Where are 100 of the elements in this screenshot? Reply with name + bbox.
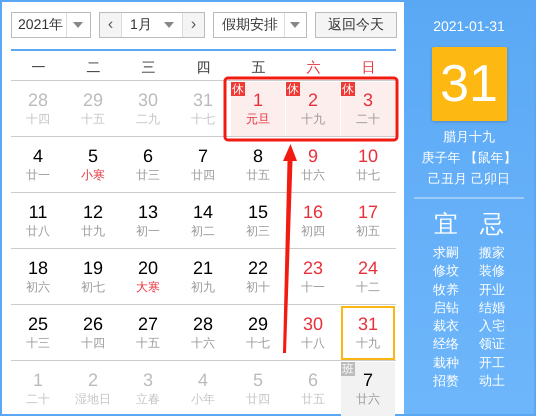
day-number: 6 [308,370,318,390]
weekday-label: 一 [32,58,46,76]
day-number: 2 [308,90,318,110]
day-cell[interactable]: 19 初七 [66,250,120,304]
day-number: 5 [88,146,98,166]
weekday-label: 三 [142,58,156,76]
day-cell[interactable]: 27 十五 [121,306,175,360]
day-cell[interactable]: 30 十八 [286,306,340,360]
day-number: 29 [82,90,104,110]
almanac-item: 修坟 [433,262,459,280]
lunar-date: 十三 [26,335,50,352]
day-cell[interactable]: 14 初二 [176,194,230,248]
day-cell[interactable]: 15 初三 [231,194,285,248]
day-number: 14 [192,202,214,222]
day-number: 1 [32,370,43,390]
lunar-date: 十五 [136,335,160,352]
day-cell[interactable]: 16 初四 [286,194,340,248]
day-cell[interactable]: 11 廿八 [11,194,65,248]
day-cell[interactable]: 25 十三 [11,306,65,360]
day-cell[interactable]: 9 廿六 [286,138,340,192]
lunar-date: 廿一 [26,167,50,184]
lunar-date: 十七 [191,111,215,128]
lunar-date: 立春 [136,391,160,408]
weekday-label: 四 [196,58,210,76]
almanac-item: 启钻 [433,298,459,317]
almanac-item: 裁衣 [433,317,459,336]
almanac-item: 开工 [479,354,505,372]
day-cell[interactable]: 8 廿五 [231,138,285,192]
day-cell[interactable]: 18 初六 [11,250,65,304]
day-number: 9 [308,146,318,166]
lunar-date: 十六 [191,335,215,352]
lunar-date: 廿五 [246,167,270,184]
lunar-info: 腊月十九 [443,128,495,146]
day-number: 20 [138,258,158,278]
day-number: 17 [358,202,378,222]
day-tag: 休 [341,82,355,96]
day-cell[interactable]: 22 初十 [231,250,285,304]
day-cell[interactable]: 12 廿九 [66,194,120,248]
day-number: 2 [88,370,98,390]
day-cell[interactable]: 休 3 二十 [341,82,395,136]
previous-month-button[interactable]: ‹ [100,13,121,37]
lunar-date: 初十 [246,279,270,296]
day-tag: 班 [341,362,355,376]
lunar-date: 十七 [246,335,270,352]
day-cell[interactable]: 6 廿三 [121,138,175,192]
caret-icon [290,22,300,28]
day-cell[interactable]: 休 1 元旦 [231,82,285,136]
lunar-date: 初七 [81,279,105,296]
day-cell[interactable]: 5 小寒 [66,138,120,192]
day-cell[interactable]: 10 廿七 [341,138,395,192]
holiday-dropdown[interactable]: 假期安排 [213,12,307,38]
lunar-date: 小年 [191,391,215,408]
almanac-item: 入宅 [479,317,505,336]
day-cell[interactable]: 23 十一 [286,250,340,304]
year-dropdown[interactable]: 2021年 [11,12,91,38]
lunar-date: 初六 [26,279,50,296]
day-number: 18 [28,258,48,278]
lunar-date: 廿四 [191,167,215,184]
day-cell[interactable]: 24 十二 [341,250,395,304]
day-number: 26 [82,314,104,334]
day-number: 3 [362,90,373,110]
lunar-info: 庚子年 【鼠年】 [422,149,516,167]
next-month-button[interactable]: › [183,13,204,37]
day-cell[interactable]: 20 大寒 [121,250,175,304]
almanac-item: 栽种 [433,354,459,372]
day-number: 1 [252,90,263,110]
day-cell[interactable]: 17 初五 [341,194,395,248]
day-number: 19 [82,258,104,278]
day-number: 15 [248,202,268,222]
lunar-date: 廿三 [136,167,160,184]
back-to-today-button[interactable]: 返回今天 [315,12,397,38]
lunar-date: 初三 [246,223,270,240]
month-dropdown[interactable]: 1月 [121,13,183,37]
lunar-date: 廿六 [356,391,380,408]
lunar-info: 己丑月 己卯日 [428,170,510,188]
day-cell[interactable]: 4 廿一 [11,138,65,192]
lunar-date: 十一 [301,279,325,296]
big-day-number: 31 [432,47,506,121]
day-cell[interactable]: 28 十六 [176,306,230,360]
lunar-date: 初一 [136,223,160,240]
day-number: 11 [28,202,48,222]
day-number: 4 [32,146,43,166]
day-cell[interactable]: 7 廿四 [176,138,230,192]
day-cell[interactable]: 31 十九 [341,306,395,360]
lunar-date: 十二 [356,279,380,296]
day-number: 28 [28,90,48,110]
day-cell[interactable]: 29 十七 [231,306,285,360]
day-number: 31 [192,90,214,110]
day-number: 6 [142,146,153,166]
day-number: 8 [252,146,263,166]
day-cell[interactable]: 13 初一 [121,194,175,248]
day-cell[interactable]: 休 2 十九 [286,82,340,136]
day-cell[interactable]: 26 十四 [66,306,120,360]
day-number: 31 [358,314,378,334]
almanac-item: 经络 [433,335,459,354]
day-number: 24 [358,258,378,278]
day-cell[interactable]: 班 7 廿六 [341,362,395,416]
day-number: 29 [248,314,268,334]
lunar-date: 初五 [356,223,380,240]
day-cell[interactable]: 21 初九 [176,250,230,304]
